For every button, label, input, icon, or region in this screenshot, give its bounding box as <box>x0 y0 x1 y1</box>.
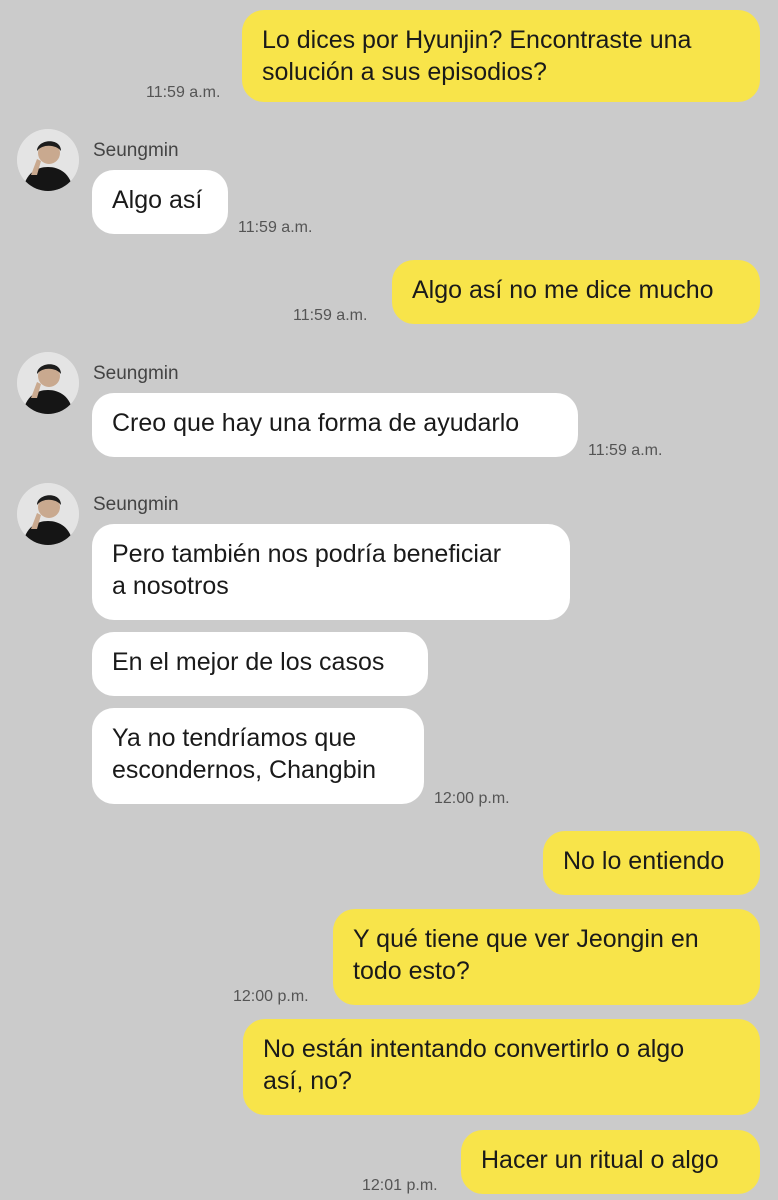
sender-name: Seungmin <box>93 494 179 515</box>
message-timestamp: 11:59 a.m. <box>293 307 368 324</box>
outgoing-message-bubble[interactable]: No lo entiendo <box>543 831 760 895</box>
avatar[interactable] <box>17 129 79 191</box>
avatar[interactable] <box>17 483 79 545</box>
outgoing-message-bubble[interactable]: Lo dices por Hyunjin? Encontraste una so… <box>242 10 760 102</box>
sender-name: Seungmin <box>93 140 179 161</box>
message-timestamp: 12:01 p.m. <box>362 1177 438 1194</box>
message-timestamp: 12:00 p.m. <box>434 790 510 807</box>
outgoing-message-bubble[interactable]: Hacer un ritual o algo <box>461 1130 760 1194</box>
incoming-message-bubble[interactable]: Creo que hay una forma de ayudarlo <box>92 393 578 457</box>
message-timestamp: 12:00 p.m. <box>233 988 309 1005</box>
incoming-message-bubble[interactable]: Pero también nos podría beneficiar a nos… <box>92 524 570 620</box>
incoming-message-bubble[interactable]: En el mejor de los casos <box>92 632 428 696</box>
message-timestamp: 11:59 a.m. <box>146 84 221 101</box>
outgoing-message-bubble[interactable]: No están intentando convertirlo o algo a… <box>243 1019 760 1115</box>
outgoing-message-bubble[interactable]: Y qué tiene que ver Jeongin en todo esto… <box>333 909 760 1005</box>
message-timestamp: 11:59 a.m. <box>588 442 663 459</box>
outgoing-message-bubble[interactable]: Algo así no me dice mucho <box>392 260 760 324</box>
incoming-message-bubble[interactable]: Algo así <box>92 170 228 234</box>
sender-name: Seungmin <box>93 363 179 384</box>
message-timestamp: 11:59 a.m. <box>238 219 313 236</box>
incoming-message-bubble[interactable]: Ya no tendríamos que escondernos, Changb… <box>92 708 424 804</box>
avatar[interactable] <box>17 352 79 414</box>
